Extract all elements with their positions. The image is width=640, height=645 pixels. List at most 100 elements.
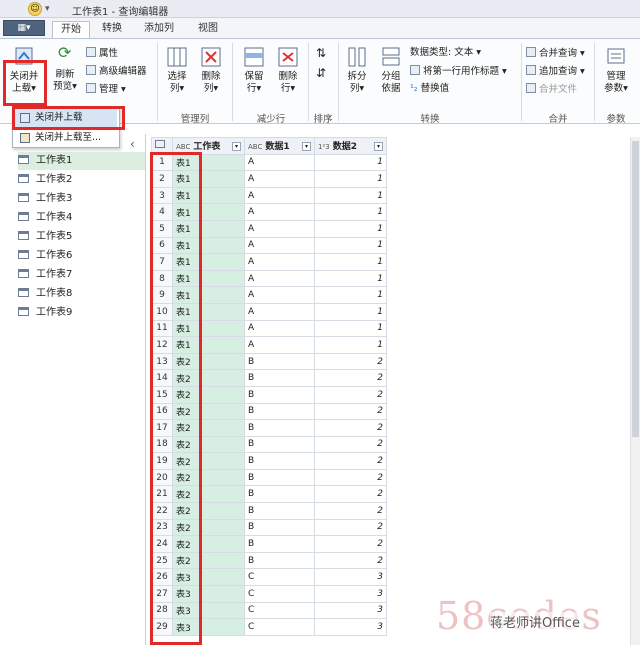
first-row-header-button[interactable]: 将第一行用作标题 ▾	[410, 65, 507, 78]
cell-data1[interactable]: B	[244, 352, 315, 371]
cell-data1[interactable]: C	[244, 601, 315, 620]
cell-data2[interactable]: 3	[314, 585, 387, 603]
collapse-pane-icon[interactable]: ‹	[130, 137, 135, 151]
cell-data1[interactable]: A	[244, 219, 315, 238]
scrollbar-thumb[interactable]	[632, 141, 639, 437]
query-item[interactable]: 工作表9	[18, 304, 72, 322]
query-item[interactable]: 工作表1	[18, 152, 145, 170]
cell-data2[interactable]: 3	[314, 601, 387, 620]
sort-ascending-icon[interactable]: ⇅	[316, 47, 326, 59]
cell-data2[interactable]: 3	[314, 618, 387, 636]
cell-data1[interactable]: B	[244, 385, 315, 404]
cell-data1[interactable]: C	[244, 585, 315, 603]
query-item[interactable]: 工作表8	[18, 285, 72, 303]
cell-data2[interactable]: 2	[314, 502, 387, 520]
sort-descending-icon[interactable]: ⇵	[316, 67, 326, 79]
cell-data1[interactable]: B	[244, 419, 315, 437]
cell-data1[interactable]: A	[244, 170, 315, 188]
cell-data2[interactable]: 2	[314, 402, 387, 421]
cell-data2[interactable]: 2	[314, 518, 387, 537]
cell-data1[interactable]: A	[244, 153, 315, 172]
remove-columns-button[interactable]: 删除 列▾	[196, 45, 226, 95]
cell-data1[interactable]: A	[244, 302, 315, 321]
file-menu-button[interactable]: ▦▾	[3, 20, 45, 36]
cell-data2[interactable]: 1	[314, 302, 387, 321]
choose-columns-button[interactable]: 选择 列▾	[162, 45, 192, 95]
data-type-dropdown[interactable]: 数据类型: 文本 ▾	[410, 47, 481, 59]
cell-data2[interactable]: 2	[314, 551, 387, 570]
cell-data2[interactable]: 1	[314, 186, 387, 205]
remove-rows-button[interactable]: 删除 行▾	[272, 45, 304, 95]
cell-data2[interactable]: 1	[314, 253, 387, 271]
cell-data2[interactable]: 2	[314, 468, 387, 487]
cell-data1[interactable]: B	[244, 452, 315, 470]
cell-data1[interactable]: A	[244, 236, 315, 255]
cell-data1[interactable]: A	[244, 203, 315, 221]
column-header-data1[interactable]: ABC 数据1 ▾	[244, 137, 315, 155]
cell-data2[interactable]: 1	[314, 269, 387, 288]
manage-button[interactable]: 管理 ▾	[86, 83, 126, 96]
append-queries-button[interactable]: 追加查询 ▾	[526, 65, 585, 78]
cell-data1[interactable]: C	[244, 568, 315, 587]
tab-home[interactable]: 开始	[52, 21, 90, 38]
advanced-editor-button[interactable]: 高级编辑器	[86, 65, 147, 78]
cell-data2[interactable]: 1	[314, 170, 387, 188]
cell-data2[interactable]: 2	[314, 435, 387, 454]
cell-data2[interactable]: 1	[314, 153, 387, 172]
column-filter-icon[interactable]: ▾	[302, 142, 311, 152]
cell-data1[interactable]: A	[244, 336, 315, 354]
query-item[interactable]: 工作表7	[18, 266, 72, 284]
cell-data1[interactable]: B	[244, 551, 315, 570]
text-type-icon[interactable]: ABC	[176, 143, 190, 151]
cell-data2[interactable]: 1	[314, 236, 387, 255]
cell-data2[interactable]: 2	[314, 419, 387, 437]
keep-rows-button[interactable]: 保留 行▾	[238, 45, 270, 95]
cell-data2[interactable]: 2	[314, 352, 387, 371]
cell-data1[interactable]: A	[244, 186, 315, 205]
cell-data1[interactable]: B	[244, 518, 315, 537]
cell-data1[interactable]: C	[244, 618, 315, 636]
replace-values-button[interactable]: ¹₂ 替换值	[410, 83, 449, 95]
query-item[interactable]: 工作表2	[18, 171, 72, 189]
vertical-scrollbar[interactable]	[630, 137, 640, 645]
cell-data1[interactable]: B	[244, 369, 315, 387]
properties-button[interactable]: 属性	[86, 47, 118, 60]
tab-transform[interactable]: 转换	[94, 21, 130, 38]
cell-data2[interactable]: 2	[314, 452, 387, 470]
column-header-data2[interactable]: 1²3 数据2 ▾	[314, 137, 387, 155]
cell-data1[interactable]: A	[244, 286, 315, 304]
tab-view[interactable]: 视图	[190, 21, 226, 38]
text-type-icon[interactable]: ABC	[248, 143, 262, 151]
quick-access-dropdown-icon[interactable]: ▾	[45, 4, 50, 14]
query-item[interactable]: 工作表6	[18, 247, 72, 265]
tab-add-column[interactable]: 添加列	[136, 21, 182, 38]
smiley-icon[interactable]: ☺	[28, 2, 42, 16]
group-by-button[interactable]: 分组 依据	[376, 45, 406, 95]
cell-data1[interactable]: A	[244, 253, 315, 271]
column-filter-icon[interactable]: ▾	[232, 142, 241, 152]
combine-files-button[interactable]: 合并文件	[526, 83, 577, 96]
query-item[interactable]: 工作表4	[18, 209, 72, 227]
cell-data2[interactable]: 1	[314, 219, 387, 238]
refresh-preview-button[interactable]: ⟳ 刷新 预览▾	[48, 45, 82, 93]
query-item[interactable]: 工作表5	[18, 228, 72, 246]
cell-data2[interactable]: 1	[314, 319, 387, 338]
query-item[interactable]: 工作表3	[18, 190, 72, 208]
cell-data1[interactable]: B	[244, 535, 315, 553]
number-type-icon[interactable]: 1²3	[318, 143, 330, 151]
cell-data1[interactable]: B	[244, 402, 315, 421]
cell-data2[interactable]: 2	[314, 369, 387, 387]
cell-data1[interactable]: B	[244, 468, 315, 487]
cell-data2[interactable]: 1	[314, 336, 387, 354]
cell-data2[interactable]: 2	[314, 535, 387, 553]
cell-data2[interactable]: 2	[314, 385, 387, 404]
cell-data1[interactable]: B	[244, 435, 315, 454]
column-filter-icon[interactable]: ▾	[374, 142, 383, 152]
cell-data1[interactable]: A	[244, 319, 315, 338]
cell-data2[interactable]: 2	[314, 485, 387, 504]
cell-data1[interactable]: A	[244, 269, 315, 288]
manage-parameters-button[interactable]: 管理 参数▾	[598, 45, 634, 95]
cell-data2[interactable]: 1	[314, 286, 387, 304]
split-column-button[interactable]: 拆分 列▾	[342, 45, 372, 95]
merge-queries-button[interactable]: 合并查询 ▾	[526, 47, 585, 60]
